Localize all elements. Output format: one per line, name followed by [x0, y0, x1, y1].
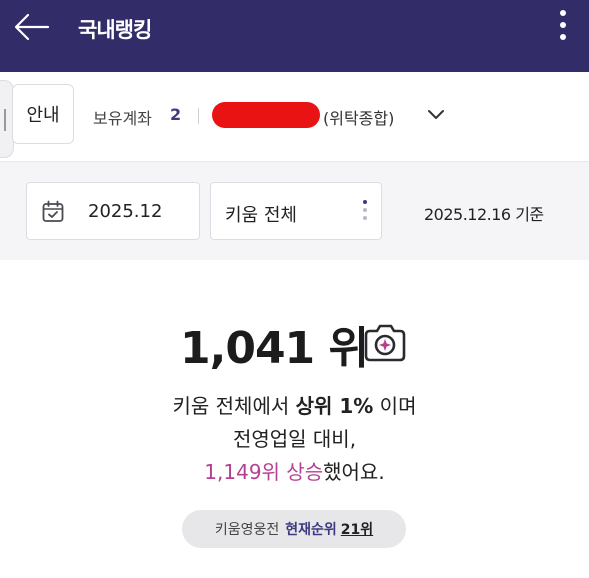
rank-summary-line1: 키움 전체에서 상위 1% 이며	[0, 390, 589, 419]
competition-badge[interactable]: 키움영웅전 현재순위 21위	[182, 510, 406, 548]
rank-display: 1,041 위	[180, 312, 420, 374]
holdings-count: 2	[170, 105, 182, 124]
app-header: 국내랭킹	[0, 0, 589, 72]
arrow-left-icon[interactable]	[12, 12, 52, 42]
rank-summary-line2: 전영업일 대비,	[232, 427, 357, 451]
date-value: 2025.12	[88, 201, 163, 222]
top-percent: 상위 1%	[295, 394, 374, 418]
chevron-down-icon[interactable]	[427, 108, 445, 122]
kebab-menu-icon[interactable]	[556, 10, 570, 48]
current-rank-value: 21위	[340, 522, 374, 538]
holdings-label: 보유계좌	[93, 109, 152, 128]
summary-prefix: 키움 전체에서	[172, 394, 296, 418]
account-number-redaction[interactable]	[212, 102, 320, 128]
summary-suffix: 이며	[373, 394, 417, 418]
date-selector[interactable]: 2025.12	[26, 182, 200, 240]
divider	[198, 108, 199, 124]
calendar-icon	[42, 200, 64, 222]
more-options-icon[interactable]	[361, 200, 369, 226]
camera-icon[interactable]	[362, 322, 408, 364]
scope-value: 키움 전체	[225, 205, 297, 226]
page-title: 국내랭킹	[78, 18, 152, 42]
rank-summary-line3: 1,149위 상승했어요.	[0, 456, 589, 485]
rank-change: 1,149위 상승	[204, 460, 324, 484]
current-rank-label: 현재순위	[285, 522, 337, 538]
guide-button[interactable]: 안내	[12, 84, 74, 144]
filter-bar: 2025.12 키움 전체 2025.12.16 기준	[0, 162, 589, 260]
scope-selector[interactable]: 키움 전체	[210, 182, 382, 240]
account-bar: 안내 보유계좌 2 (위탁종합)	[0, 72, 589, 162]
basis-date: 2025.12.16 기준	[424, 205, 544, 224]
rank-value: 1,041 위	[180, 323, 369, 374]
competition-label: 키움영웅전	[214, 522, 280, 538]
rank-change-suffix: 했어요.	[323, 460, 385, 484]
account-type[interactable]: (위탁종합)	[323, 105, 394, 129]
